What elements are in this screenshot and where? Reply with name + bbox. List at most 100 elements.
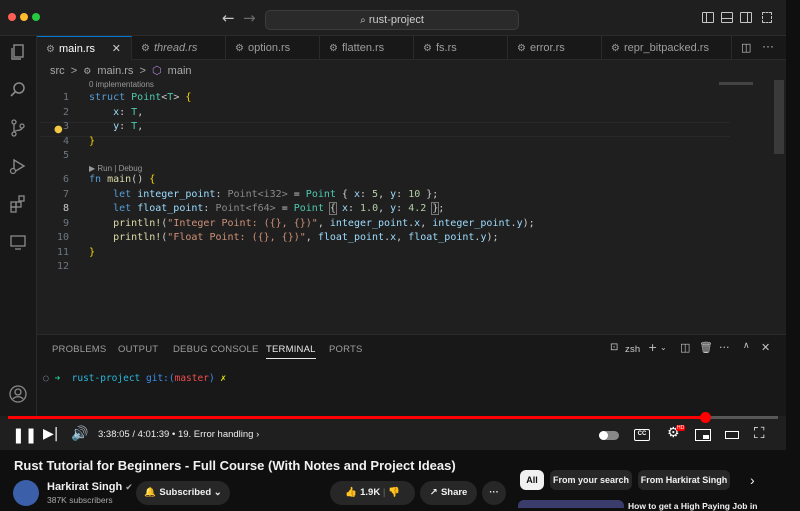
zoom-window-button[interactable] [32, 13, 40, 21]
tab-error-rs[interactable]: ⚙ error.rs [508, 36, 602, 60]
tab-thread-rs[interactable]: ⚙ thread.rs [132, 36, 226, 60]
code-line: } [89, 135, 96, 147]
terminal-shell-label[interactable]: zsh [625, 344, 640, 355]
tab-main-rs[interactable]: ⚙ main.rs ✕ [37, 36, 132, 60]
autoplay-toggle[interactable] [599, 431, 619, 440]
thumbs-up-icon: 👍 [344, 487, 361, 498]
related-video-title[interactable]: How to get a High Paying Job in [628, 501, 757, 511]
chevron-right-icon[interactable]: › [256, 429, 259, 440]
terminal-dir: rust-project [71, 373, 141, 384]
channel-name[interactable]: Harkirat Singh ✔ [47, 481, 133, 493]
settings-gear-icon: ⚙ [423, 43, 432, 54]
tab-problems[interactable]: PROBLEMS [52, 344, 106, 355]
minimize-window-button[interactable] [20, 13, 28, 21]
like-button[interactable]: 👍 1.9K [345, 487, 380, 498]
chevron-right-icon[interactable]: › [750, 472, 755, 488]
related-video-thumbnail[interactable] [518, 500, 624, 508]
extensions-icon[interactable] [8, 194, 28, 214]
tab-option-rs[interactable]: ⚙ option.rs [226, 36, 320, 60]
tab-output[interactable]: OUTPUT [118, 344, 158, 355]
video-progress-bar[interactable] [8, 412, 778, 423]
settings-gear-icon: ⚙ [517, 43, 526, 54]
run-debug-icon[interactable] [8, 156, 28, 176]
terminal-output[interactable]: ○ ➜ rust-project git:(master) ✗ [43, 373, 226, 384]
miniplayer-icon[interactable] [695, 429, 711, 441]
command-center-search[interactable]: ⌕ rust-project [265, 10, 519, 30]
toggle-sidebar-icon[interactable] [702, 12, 714, 23]
search-icon[interactable] [8, 80, 28, 100]
chip-from-your-search[interactable]: From your search [550, 470, 632, 490]
settings-gear-icon: ⚙ [611, 43, 620, 54]
tab-fs-rs[interactable]: ⚙ fs.rs [414, 36, 508, 60]
maximize-panel-icon[interactable]: ∧ [743, 341, 750, 351]
codelens-run-debug[interactable]: ▶ Run | Debug [89, 164, 142, 173]
new-terminal-icon[interactable]: + [648, 341, 657, 354]
chip-from-channel[interactable]: From Harkirat Singh [638, 470, 730, 490]
tab-terminal[interactable]: TERMINAL [266, 344, 316, 359]
accounts-icon[interactable] [8, 384, 28, 404]
codelens-implementations[interactable]: 0 implementations [89, 80, 154, 89]
settings-gear-icon: ⚙ [141, 43, 150, 54]
line-number: 6 [62, 174, 69, 185]
thumbs-down-icon[interactable]: 👎 [388, 487, 400, 498]
explorer-icon[interactable] [8, 42, 28, 62]
settings-gear-icon: ⚙ [46, 44, 55, 55]
next-video-icon[interactable]: ▶| [43, 426, 58, 442]
breadcrumb-file[interactable]: main.rs [97, 65, 133, 77]
avatar[interactable] [13, 480, 39, 506]
customize-layout-icon[interactable] [762, 12, 772, 23]
tab-debug-console[interactable]: DEBUG CONSOLE [173, 344, 258, 355]
time-total: 4:01:39 [137, 429, 170, 440]
video-title: Rust Tutorial for Beginners - Full Cours… [14, 458, 456, 473]
toggle-panel-icon[interactable] [721, 12, 733, 23]
line-number: 8 [62, 203, 69, 214]
more-actions-button[interactable]: ··· [482, 481, 506, 505]
settings-gear-icon: ⚙ [83, 67, 92, 77]
chapter-title[interactable]: 19. Error handling [178, 429, 254, 440]
breadcrumb-separator: > [139, 65, 146, 77]
split-terminal-icon[interactable]: ◫ [680, 341, 690, 354]
page-edge [786, 0, 800, 450]
more-actions-icon[interactable]: ··· [762, 39, 774, 53]
subtitles-button[interactable]: CC [634, 429, 650, 441]
share-icon: ↗ [429, 487, 441, 498]
close-panel-icon[interactable]: ✕ [761, 341, 770, 354]
tab-label: main.rs [58, 43, 96, 55]
pause-icon[interactable]: ❚❚ [12, 426, 37, 444]
tab-ports[interactable]: PORTS [329, 344, 363, 355]
code-editor[interactable]: 0 implementations 1 struct Point<T> { 2 x… [37, 78, 786, 334]
breadcrumb-symbol[interactable]: main [168, 65, 192, 77]
more-actions-icon[interactable]: ··· [719, 341, 730, 354]
tab-label: fs.rs [435, 42, 457, 54]
share-button[interactable]: ↗ Share [420, 481, 477, 505]
close-icon[interactable]: ✕ [112, 37, 121, 61]
hd-badge: HD [676, 425, 686, 431]
forward-arrow-icon[interactable]: → [243, 9, 256, 27]
activity-bar [0, 36, 37, 416]
tab-flatten-rs[interactable]: ⚙ flatten.rs [320, 36, 414, 60]
line-number: 2 [62, 106, 69, 118]
time-separator: / [132, 429, 135, 440]
terminal-icon: ⊡ [610, 342, 619, 353]
chip-all[interactable]: All [520, 470, 544, 490]
line-number: 1 [62, 92, 69, 103]
bell-icon: 🔔 [144, 487, 160, 498]
chevron-down-icon[interactable]: ⌄ [660, 343, 667, 352]
remote-explorer-icon[interactable] [8, 232, 28, 252]
subscriber-count: 387K subscribers [47, 495, 113, 505]
breadcrumb-folder[interactable]: src [50, 65, 65, 77]
subscribed-button[interactable]: 🔔 Subscribed ⌄ [136, 481, 230, 505]
settings-gear-icon: ⚙ [235, 43, 244, 54]
close-window-button[interactable] [8, 13, 16, 21]
theater-mode-icon[interactable] [725, 431, 739, 439]
screen-recording-frame: ← → ⌕ rust-project ⚙ main.rs ✕ ⚙ thread.rs … [0, 0, 786, 450]
toggle-secondary-sidebar-icon[interactable] [740, 12, 752, 23]
source-control-icon[interactable] [8, 118, 28, 138]
video-progress-fill [8, 416, 705, 419]
volume-icon[interactable]: 🔊 [71, 426, 88, 442]
trash-icon[interactable]: 🗑 [699, 341, 713, 354]
back-arrow-icon[interactable]: ← [222, 9, 235, 27]
tab-repr-bitpacked-rs[interactable]: ⚙ repr_bitpacked.rs [602, 36, 732, 60]
fullscreen-icon[interactable]: ⛶ [754, 424, 765, 442]
split-editor-icon[interactable]: ◫ [741, 41, 751, 54]
